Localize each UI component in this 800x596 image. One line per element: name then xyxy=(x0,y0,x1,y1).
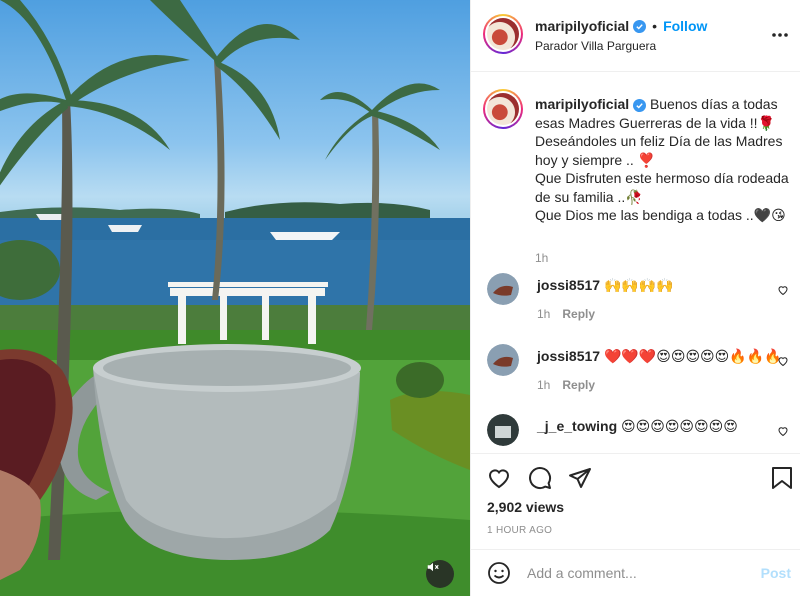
reply-button[interactable]: Reply xyxy=(562,307,595,321)
reply-button[interactable]: Reply xyxy=(562,378,595,392)
like-comment-heart-icon[interactable] xyxy=(777,424,789,440)
emoji-smiley-icon[interactable] xyxy=(487,561,511,588)
comment-time[interactable]: 1h xyxy=(537,307,550,321)
comment-text: 😍😍😍😍😍😍😍😍 xyxy=(621,418,738,434)
post-header: maripilyoficial • Follow Parador Villa P… xyxy=(471,0,800,72)
caption-text: Buenos días a todas esas Madres Guerrera… xyxy=(535,96,789,223)
post-actions: 2,902 views 1 HOUR AGO Post xyxy=(471,453,800,596)
follow-button[interactable]: Follow xyxy=(663,18,707,34)
author-username[interactable]: maripilyoficial xyxy=(535,18,629,34)
separator-dot: • xyxy=(652,18,658,34)
comment-username[interactable]: _j_e_towing xyxy=(537,418,617,434)
comment-item: _j_e_towing 😍😍😍😍😍😍😍😍 xyxy=(483,414,793,453)
comment-input[interactable] xyxy=(527,563,737,583)
like-comment-heart-icon[interactable] xyxy=(777,354,789,370)
comment-text: 🙌🙌🙌🙌 xyxy=(603,277,674,293)
comment-text-line: jossi8517 ❤️❤️❤️😍😍😍😍😍🔥🔥🔥 xyxy=(537,348,782,365)
comment-time[interactable]: 1h xyxy=(537,378,550,392)
share-paper-plane-icon[interactable] xyxy=(568,466,592,493)
comment-bubble-icon[interactable] xyxy=(528,466,552,493)
post-comment-button[interactable]: Post xyxy=(761,565,791,581)
view-count: 2,902 views xyxy=(487,499,565,515)
commenter-avatar[interactable] xyxy=(487,414,519,446)
speaker-off-icon xyxy=(427,562,439,572)
post-panel: maripilyoficial • Follow Parador Villa P… xyxy=(470,0,800,596)
post-media[interactable] xyxy=(0,0,470,596)
comments-section[interactable]: maripilyoficial Buenos días a todas esas… xyxy=(471,73,800,453)
caption-avatar[interactable] xyxy=(483,89,523,129)
caption-text-block: maripilyoficial Buenos días a todas esas… xyxy=(535,95,797,225)
more-options-icon[interactable] xyxy=(771,25,789,41)
audio-toggle-button[interactable] xyxy=(426,560,454,588)
commenter-avatar[interactable] xyxy=(487,344,519,376)
post-photo xyxy=(0,0,470,596)
like-comment-heart-icon[interactable] xyxy=(777,283,789,299)
like-heart-icon[interactable] xyxy=(487,466,511,493)
comment-composer: Post xyxy=(471,549,800,596)
author-avatar[interactable] xyxy=(483,14,523,54)
comment-username[interactable]: jossi8517 xyxy=(537,348,600,364)
comment-item: jossi8517 ❤️❤️❤️😍😍😍😍😍🔥🔥🔥 1h Reply xyxy=(483,344,793,404)
verified-badge-icon xyxy=(633,99,647,112)
comment-text-line: jossi8517 🙌🙌🙌🙌 xyxy=(537,277,674,294)
post-timestamp[interactable]: 1 HOUR AGO xyxy=(487,525,552,536)
comment-username[interactable]: jossi8517 xyxy=(537,277,600,293)
caption-timestamp[interactable]: 1h xyxy=(535,251,548,265)
comment-meta: 1h Reply xyxy=(537,307,595,321)
commenter-avatar[interactable] xyxy=(487,273,519,305)
verified-badge-icon xyxy=(633,19,647,33)
author-line: maripilyoficial • Follow xyxy=(535,18,707,34)
comment-item: jossi8517 🙌🙌🙌🙌 1h Reply xyxy=(483,273,793,333)
comment-meta: 1h Reply xyxy=(537,378,595,392)
caption-username[interactable]: maripilyoficial xyxy=(535,96,629,112)
post-location[interactable]: Parador Villa Parguera xyxy=(535,39,656,53)
comment-text: ❤️❤️❤️😍😍😍😍😍🔥🔥🔥 xyxy=(603,348,782,364)
comment-text-line: _j_e_towing 😍😍😍😍😍😍😍😍 xyxy=(537,418,738,435)
save-bookmark-icon[interactable] xyxy=(771,466,793,493)
